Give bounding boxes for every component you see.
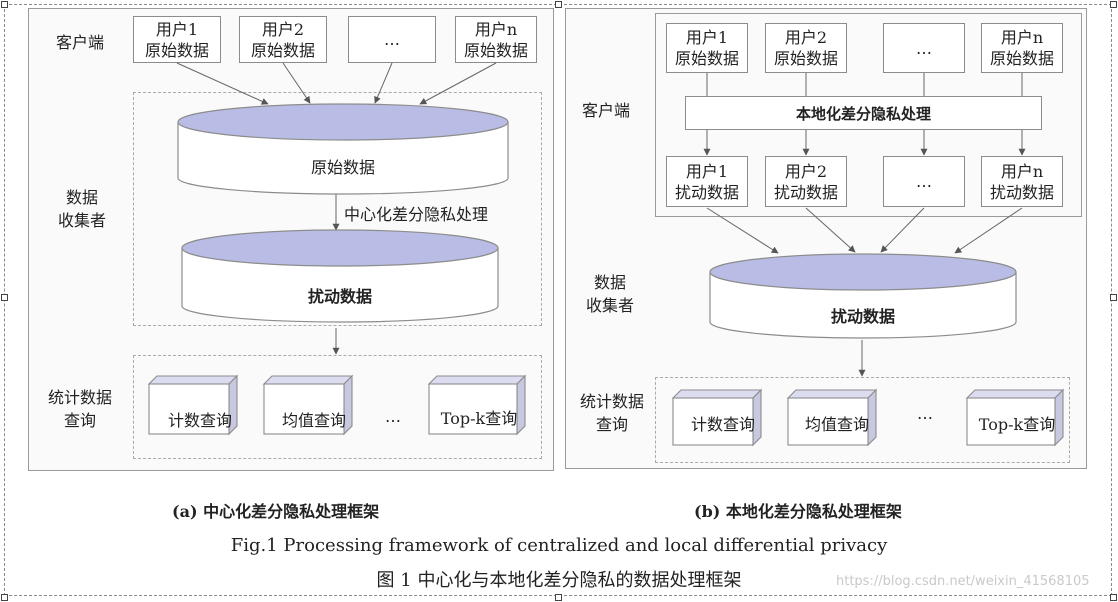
panel-b-user-2-perturbed: 用户2 扰动数据 bbox=[765, 156, 847, 207]
watermark: https://blog.csdn.net/weixin_41568105 bbox=[836, 574, 1090, 589]
panel-a-client-label: 客户端 bbox=[55, 33, 104, 52]
panel-a-user-ellipsis: … bbox=[348, 16, 436, 63]
panel-b-query-count: 计数查询 bbox=[690, 415, 755, 434]
resize-handle-mr[interactable] bbox=[1110, 294, 1117, 301]
panel-b-query-mean: 均值查询 bbox=[804, 415, 869, 434]
user-data-label: 扰动数据 bbox=[773, 182, 838, 202]
resize-handle-bm[interactable] bbox=[555, 594, 562, 601]
panel-b-user-2-raw: 用户2 原始数据 bbox=[765, 23, 847, 73]
panel-b-db-perturbed-label: 扰动数据 bbox=[830, 307, 895, 326]
stats-line2: 查询 bbox=[595, 415, 628, 434]
panel-b-query-ellipsis: … bbox=[917, 404, 933, 423]
panel-b-user-n-perturbed: 用户n 扰动数据 bbox=[981, 156, 1063, 207]
panel-a-stats-label: 统计数据 查询 bbox=[40, 386, 120, 432]
panel-b-user-n-raw: 用户n 原始数据 bbox=[981, 23, 1063, 73]
panel-a-user-1: 用户1 原始数据 bbox=[133, 16, 221, 63]
resize-handle-ml[interactable] bbox=[1, 294, 8, 301]
collector-line2: 收集者 bbox=[57, 211, 106, 230]
user-label: 用户1 bbox=[685, 28, 729, 47]
ellipsis: … bbox=[916, 172, 932, 191]
panel-a-query-topk: Top-k查询 bbox=[440, 409, 518, 428]
user-label: 用户1 bbox=[155, 19, 199, 39]
user-data-label: 原始数据 bbox=[250, 40, 315, 60]
panel-a-caption: (a) 中心化差分隐私处理框架 bbox=[172, 502, 380, 521]
panel-b-stats-label: 统计数据 查询 bbox=[572, 390, 652, 436]
panel-b-user-ellipsis-perturbed: … bbox=[883, 156, 965, 207]
resize-handle-tl[interactable] bbox=[1, 1, 8, 8]
panel-b-user-ellipsis-raw: … bbox=[883, 23, 965, 73]
user-data-label: 原始数据 bbox=[773, 49, 838, 68]
panel-b-client-label: 客户端 bbox=[581, 101, 630, 120]
panel-b-user-1-raw: 用户1 原始数据 bbox=[666, 23, 748, 73]
user-label: 用户2 bbox=[784, 161, 828, 181]
resize-handle-tm[interactable] bbox=[555, 1, 562, 8]
user-label: 用户n bbox=[1000, 28, 1044, 47]
panel-b-caption: (b) 本地化差分隐私处理框架 bbox=[694, 502, 902, 521]
panel-b-collector-label: 数据 收集者 bbox=[580, 271, 640, 317]
user-data-label: 扰动数据 bbox=[989, 182, 1054, 202]
panel-a-query-ellipsis: … bbox=[385, 407, 401, 426]
panel-a-user-2: 用户2 原始数据 bbox=[239, 16, 327, 63]
panel-a-user-n: 用户n 原始数据 bbox=[455, 16, 537, 63]
panel-a-db-perturbed-label: 扰动数据 bbox=[307, 287, 372, 306]
user-data-label: 原始数据 bbox=[674, 49, 739, 68]
user-label: 用户n bbox=[1000, 161, 1044, 181]
stats-line1: 统计数据 bbox=[47, 388, 112, 407]
user-data-label: 原始数据 bbox=[144, 40, 209, 60]
user-data-label: 原始数据 bbox=[463, 40, 528, 60]
panel-b-local-process: 本地化差分隐私处理 bbox=[685, 96, 1042, 130]
figure-caption-en: Fig.1 Processing framework of centralize… bbox=[230, 535, 888, 556]
resize-handle-br[interactable] bbox=[1110, 594, 1117, 601]
ellipsis: … bbox=[916, 38, 932, 58]
resize-handle-bl[interactable] bbox=[1, 594, 8, 601]
panel-a-query-mean: 均值查询 bbox=[281, 411, 346, 430]
user-label: 用户1 bbox=[685, 161, 729, 181]
collector-line1: 数据 bbox=[593, 273, 626, 292]
collector-line2: 收集者 bbox=[585, 296, 634, 315]
panel-a-collector-label: 数据 收集者 bbox=[52, 186, 112, 232]
stats-line1: 统计数据 bbox=[579, 392, 644, 411]
resize-handle-tr[interactable] bbox=[1110, 1, 1117, 8]
panel-a-process-label: 中心化差分隐私处理 bbox=[344, 205, 489, 224]
stats-line2: 查询 bbox=[63, 411, 96, 430]
collector-line1: 数据 bbox=[65, 188, 98, 207]
user-data-label: 扰动数据 bbox=[674, 182, 739, 202]
user-label: 用户2 bbox=[784, 28, 828, 47]
panel-a-query-count: 计数查询 bbox=[167, 411, 232, 430]
user-label: 用户n bbox=[474, 19, 518, 39]
panel-b-query-topk: Top-k查询 bbox=[978, 415, 1056, 434]
ellipsis: … bbox=[384, 30, 400, 49]
user-data-label: 原始数据 bbox=[989, 49, 1054, 68]
panel-a-db-raw-label: 原始数据 bbox=[310, 158, 375, 177]
user-label: 用户2 bbox=[261, 19, 305, 39]
panel-b-user-1-perturbed: 用户1 扰动数据 bbox=[666, 156, 748, 207]
